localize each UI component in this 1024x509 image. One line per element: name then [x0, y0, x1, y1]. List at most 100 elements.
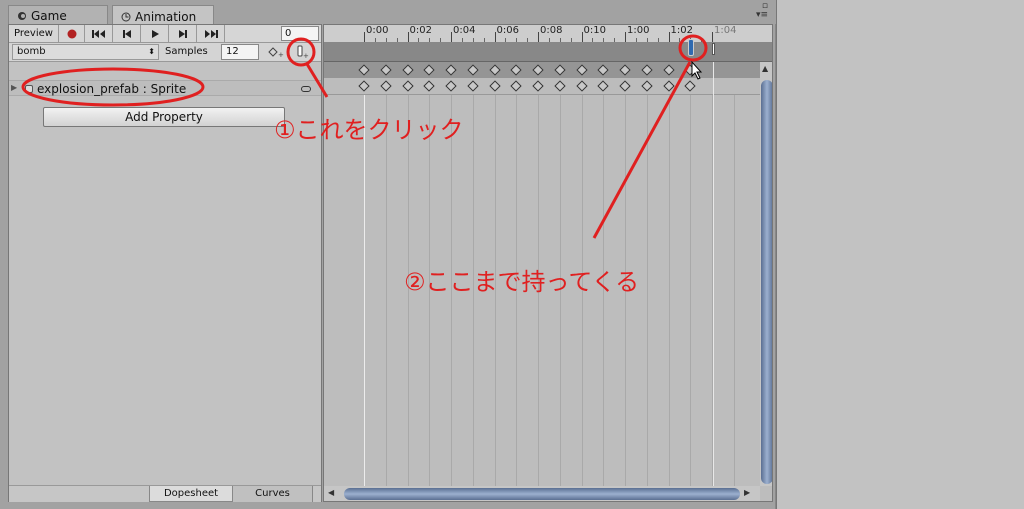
window-menu-icon[interactable]: ▫ ▾≡ — [756, 2, 768, 20]
tab-dopesheet[interactable]: Dopesheet — [149, 486, 233, 502]
sprite-keyframe[interactable] — [467, 80, 479, 92]
tab-animation-label: Animation — [135, 9, 197, 24]
tab-animation[interactable]: Animation — [112, 5, 214, 25]
dropdown-arrow-icon: ⬍ — [148, 47, 155, 56]
sprite-keyframe[interactable] — [532, 80, 544, 92]
summary-keyframe[interactable] — [445, 64, 457, 76]
previous-frame-button[interactable] — [113, 25, 141, 42]
sprite-keyframe[interactable] — [445, 80, 457, 92]
summary-keyframe[interactable] — [619, 64, 631, 76]
foldout-arrow-icon[interactable]: ▶ — [11, 83, 17, 92]
svg-text:+: + — [278, 51, 284, 58]
frame-input[interactable]: 0 — [281, 26, 319, 41]
sprite-keyframe[interactable] — [488, 80, 501, 92]
summary-keyframe[interactable] — [380, 64, 392, 76]
play-button[interactable] — [141, 25, 169, 42]
ruler-tick-label: 1:02 — [670, 25, 693, 36]
svg-text:+: + — [303, 52, 309, 59]
summary-keyframe[interactable] — [684, 64, 696, 76]
vertical-scrollbar[interactable]: ▲ — [760, 62, 772, 486]
sprite-keyframe[interactable] — [423, 80, 435, 92]
grid-line — [690, 95, 692, 488]
add-property-button[interactable]: Add Property — [43, 107, 285, 127]
sprite-keyframe[interactable] — [619, 80, 631, 92]
ruler-tick-label: 0:00 — [366, 25, 389, 36]
horizontal-scroll-thumb[interactable] — [344, 488, 740, 500]
sprite-keyframe[interactable] — [554, 80, 566, 92]
add-keyframe-button[interactable]: + — [265, 44, 287, 60]
sprite-keyframe[interactable] — [662, 80, 675, 92]
sprite-keyframe[interactable] — [510, 80, 522, 92]
sprite-keyframe[interactable] — [684, 80, 696, 92]
playback-toolbar: Preview 0 — [9, 25, 321, 43]
animation-event-marker[interactable] — [688, 39, 694, 56]
ruler-major-tick — [494, 32, 496, 42]
scroll-left-icon[interactable]: ◀ — [328, 488, 334, 497]
ruler-minor-tick — [701, 38, 703, 42]
summary-keyframe[interactable] — [488, 64, 501, 76]
summary-keyframe-row[interactable] — [324, 62, 760, 78]
add-event-button[interactable]: + — [291, 44, 313, 60]
property-keyframe-row[interactable] — [324, 78, 760, 95]
ruler-minor-tick — [396, 38, 398, 42]
sprite-keyframe[interactable] — [358, 80, 370, 92]
ruler-minor-tick — [374, 38, 376, 42]
horizontal-scrollbar[interactable]: ◀ ▶ — [324, 486, 760, 501]
summary-keyframe[interactable] — [532, 64, 544, 76]
summary-keyframe[interactable] — [423, 64, 435, 76]
scroll-right-icon[interactable]: ▶ — [744, 488, 750, 497]
ruler-minor-tick — [548, 38, 550, 42]
start-marker-line — [364, 95, 365, 488]
summary-keyframe[interactable] — [554, 64, 566, 76]
ruler-minor-tick — [440, 38, 442, 42]
last-frame-button[interactable] — [197, 25, 225, 42]
tab-game[interactable]: Game — [8, 5, 108, 24]
sprite-keyframe[interactable] — [641, 80, 653, 92]
preview-label: Preview — [14, 28, 53, 39]
clip-toolbar: bomb ⬍ Samples 12 + + — [9, 43, 321, 62]
grid-line — [385, 95, 387, 488]
ruler-major-tick — [538, 32, 539, 42]
tab-curves[interactable]: Curves — [233, 486, 313, 502]
grid-line — [646, 95, 648, 488]
tab-bar: Game Animation ▫ ▾≡ — [0, 0, 776, 25]
record-button[interactable] — [59, 25, 85, 42]
event-row[interactable] — [324, 43, 772, 62]
ruler-major-tick — [625, 32, 626, 42]
ruler-minor-tick — [516, 38, 518, 42]
clip-dropdown[interactable]: bomb ⬍ — [12, 44, 159, 60]
first-frame-button[interactable] — [85, 25, 113, 42]
ruler-minor-tick — [505, 38, 507, 42]
summary-keyframe[interactable] — [467, 64, 479, 76]
annotation-step2: ②ここまで持ってくる — [404, 268, 640, 296]
samples-input[interactable]: 12 — [221, 44, 259, 60]
summary-keyframe[interactable] — [401, 64, 414, 76]
summary-keyframe[interactable] — [575, 64, 588, 76]
ruler-tick-label: 0:06 — [496, 25, 519, 36]
scroll-up-icon[interactable]: ▲ — [762, 64, 768, 73]
summary-keyframe[interactable] — [510, 64, 522, 76]
previous-frame-icon — [122, 29, 131, 38]
summary-keyframe[interactable] — [358, 64, 370, 76]
sprite-icon — [25, 85, 33, 93]
time-ruler[interactable]: 0:00 0:02 0:04 0:06 0:08 0:10 1:00 1:02 1:04 — [324, 25, 772, 43]
sprite-keyframe[interactable] — [575, 80, 588, 92]
summary-keyframe[interactable] — [597, 64, 609, 76]
end-marker[interactable] — [712, 43, 715, 55]
sprite-keyframe[interactable] — [597, 80, 609, 92]
vertical-scroll-thumb[interactable] — [761, 80, 772, 484]
preview-button[interactable]: Preview — [9, 25, 59, 42]
record-icon — [67, 29, 76, 38]
summary-keyframe[interactable] — [662, 64, 675, 76]
sprite-keyframe[interactable] — [380, 80, 392, 92]
property-options-icon[interactable] — [301, 86, 311, 92]
ruler-minor-tick — [679, 38, 681, 42]
sprite-keyframe[interactable] — [401, 80, 414, 92]
game-icon — [18, 12, 26, 20]
ruler-minor-tick — [635, 38, 637, 42]
property-row[interactable]: ▶ explosion_prefab : Sprite — [9, 80, 321, 96]
summary-keyframe[interactable] — [641, 64, 653, 76]
ruler-major-tick — [451, 32, 452, 42]
ruler-tick-label: 1:00 — [627, 25, 650, 36]
next-frame-button[interactable] — [169, 25, 197, 42]
